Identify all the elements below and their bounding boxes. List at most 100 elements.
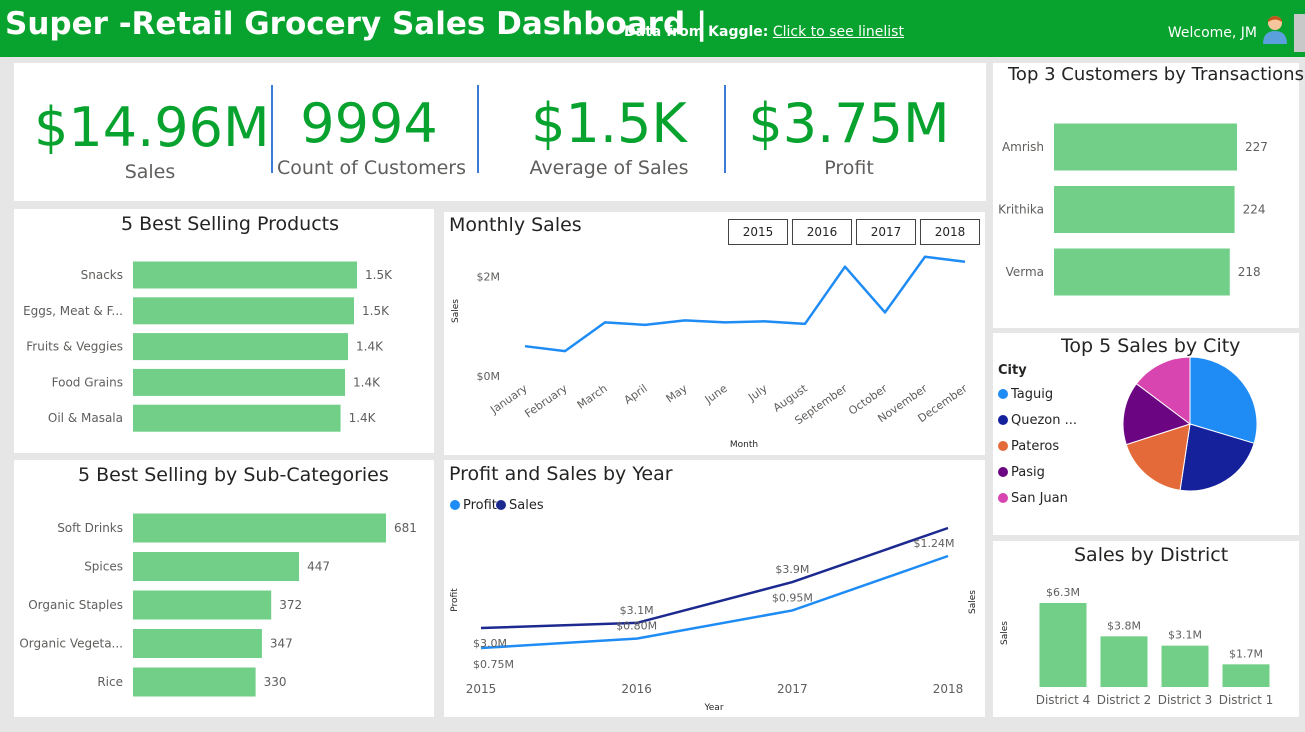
category-label: Eggs, Meat & F... (23, 304, 123, 318)
kpi-label: Sales (124, 161, 176, 183)
sales-data-label: $3.1M (620, 604, 654, 617)
category-label: Organic Staples (28, 598, 123, 612)
data-source-label: Data from Kaggle: (624, 24, 769, 40)
linelist-link[interactable]: Click to see linelist (773, 24, 904, 40)
bar (1039, 603, 1087, 687)
dashboard-header: Super -Retail Grocery Sales Dashboard | … (0, 0, 1305, 57)
year-slicer-2017[interactable]: 2017 (856, 219, 916, 245)
year-slicer-2015[interactable]: 2015 (728, 219, 788, 245)
kpi-label: Average of Sales (529, 157, 689, 179)
bar (1054, 248, 1230, 296)
y-axis-label: Sales (1000, 621, 1010, 645)
x-tick-label: July (745, 382, 770, 405)
category-label: Organic Vegeta... (19, 637, 123, 651)
kpi-divider (724, 85, 726, 173)
data-label: 372 (279, 598, 302, 612)
profit-data-label: $0.75M (473, 658, 514, 671)
data-source: Data from Kaggle: Click to see linelist (624, 24, 904, 40)
monthly-sales-chart: $0M$2MSalesJanuaryFebruary March April May J… (451, 255, 970, 450)
bar (1054, 123, 1237, 171)
kpi-value: $3.75M (748, 92, 950, 155)
data-label: $3.8M (1107, 619, 1141, 632)
x-axis-label: Month (730, 440, 758, 450)
user-avatar-icon (1263, 16, 1287, 44)
bar (133, 667, 256, 697)
data-label: $6.3M (1046, 586, 1080, 599)
profit-sales-chart: $3.0M $3.1M $3.9M $0.75M $0.80M $0.95M $1.24M 2… (450, 526, 978, 713)
y-tick-label: $2M (477, 271, 501, 284)
kpi-value: $14.96M (34, 96, 270, 159)
top-cities-pie (1122, 356, 1258, 492)
bar (133, 261, 357, 289)
profit-data-label: $0.80M (616, 620, 657, 633)
top-cities-panel: Top 5 Sales by City City Taguig Quezon .… (993, 333, 1299, 535)
bar (133, 368, 346, 396)
sales-data-label: $3.9M (775, 563, 809, 576)
category-label: Soft Drinks (57, 521, 123, 535)
year-slicer-2016[interactable]: 2016 (792, 219, 852, 245)
kpi-divider (477, 85, 479, 173)
bar (133, 297, 355, 325)
kpi-value: 9994 (300, 92, 438, 155)
data-label: 681 (394, 521, 417, 535)
x-tick-label: District 3 (1158, 693, 1213, 707)
year-slicer-2018[interactable]: 2018 (920, 219, 980, 245)
profit-sales-panel: Profit and Sales by Year Profit Sales $3… (444, 460, 985, 717)
kpi-value: $1.5K (531, 92, 687, 155)
profit-data-label: $1.24M (914, 537, 955, 550)
scrollbar[interactable] (1294, 14, 1305, 52)
data-label: 330 (264, 675, 287, 689)
monthly-sales-panel: Monthly Sales $0M $2M Sales January February… (444, 212, 985, 455)
kpi-divider (271, 85, 273, 173)
bar (133, 404, 341, 432)
x-axis-label: Year (703, 703, 723, 713)
category-label: Snacks (81, 268, 123, 282)
y-axis-label: Sales (451, 299, 461, 323)
category-label: Fruits & Veggies (26, 340, 123, 354)
category-label: Amrish (1002, 140, 1044, 154)
data-label: 1.4K (353, 375, 381, 389)
bar (1161, 645, 1209, 687)
y2-axis-label: Sales (968, 590, 978, 614)
bar (1222, 664, 1270, 687)
bar (133, 629, 262, 658)
dashboard-title: Super -Retail Grocery Sales Dashboard | (5, 6, 708, 42)
x-tick-label: May (664, 382, 690, 406)
data-label: 1.4K (349, 411, 377, 425)
bar (133, 590, 272, 620)
y-tick-label: $0M (477, 370, 501, 383)
data-label: 224 (1243, 203, 1266, 217)
welcome-text: Welcome, JM (1167, 25, 1257, 41)
y-axis-label: Profit (450, 588, 460, 612)
x-tick-label: 2016 (621, 682, 652, 696)
top-customers-chart: Amrish 227 Krithika 224 Verma 218 (998, 123, 1268, 296)
data-label: 347 (270, 637, 293, 651)
kpi-profit: $3.75M Profit (744, 92, 954, 180)
sales-district-chart: $6.3M District 4 $3.8M District 2 $3.1M Distr… (1000, 586, 1274, 707)
kpi-label: Profit (824, 157, 874, 179)
best-subcats-chart: Soft Drinks 681 Spices 447 Organic Staples 37… (19, 513, 417, 697)
sales-data-label: $3.0M (473, 637, 507, 650)
data-label: 1.5K (365, 268, 393, 282)
data-label: 1.5K (362, 304, 390, 318)
category-label: Food Grains (52, 375, 123, 389)
sales-line (480, 526, 949, 630)
data-label: 218 (1238, 265, 1261, 279)
top-customers-panel: Top 3 Customers by Transactions Amrish 22… (993, 63, 1304, 328)
data-label: 447 (307, 560, 330, 574)
best-products-panel: 5 Best Selling Products Snacks 1.5K Eggs, … (14, 209, 434, 453)
kpi-average: $1.5K Average of Sales (499, 92, 719, 180)
bar (133, 333, 349, 361)
category-label: Spices (84, 560, 123, 574)
profit-data-label: $0.95M (772, 591, 813, 604)
kpi-panel: $14.96M Sales 9994 Count of Customers $1… (14, 63, 986, 201)
category-label: Oil & Masala (48, 411, 123, 425)
kpi-label: Count of Customers (277, 157, 467, 179)
x-tick-label: April (622, 382, 650, 407)
data-label: 227 (1245, 140, 1268, 154)
category-label: Rice (97, 675, 123, 689)
x-tick-label: 2017 (777, 682, 808, 696)
x-tick-label: District 1 (1219, 693, 1274, 707)
category-label: Krithika (998, 203, 1044, 217)
data-label: 1.4K (356, 340, 384, 354)
